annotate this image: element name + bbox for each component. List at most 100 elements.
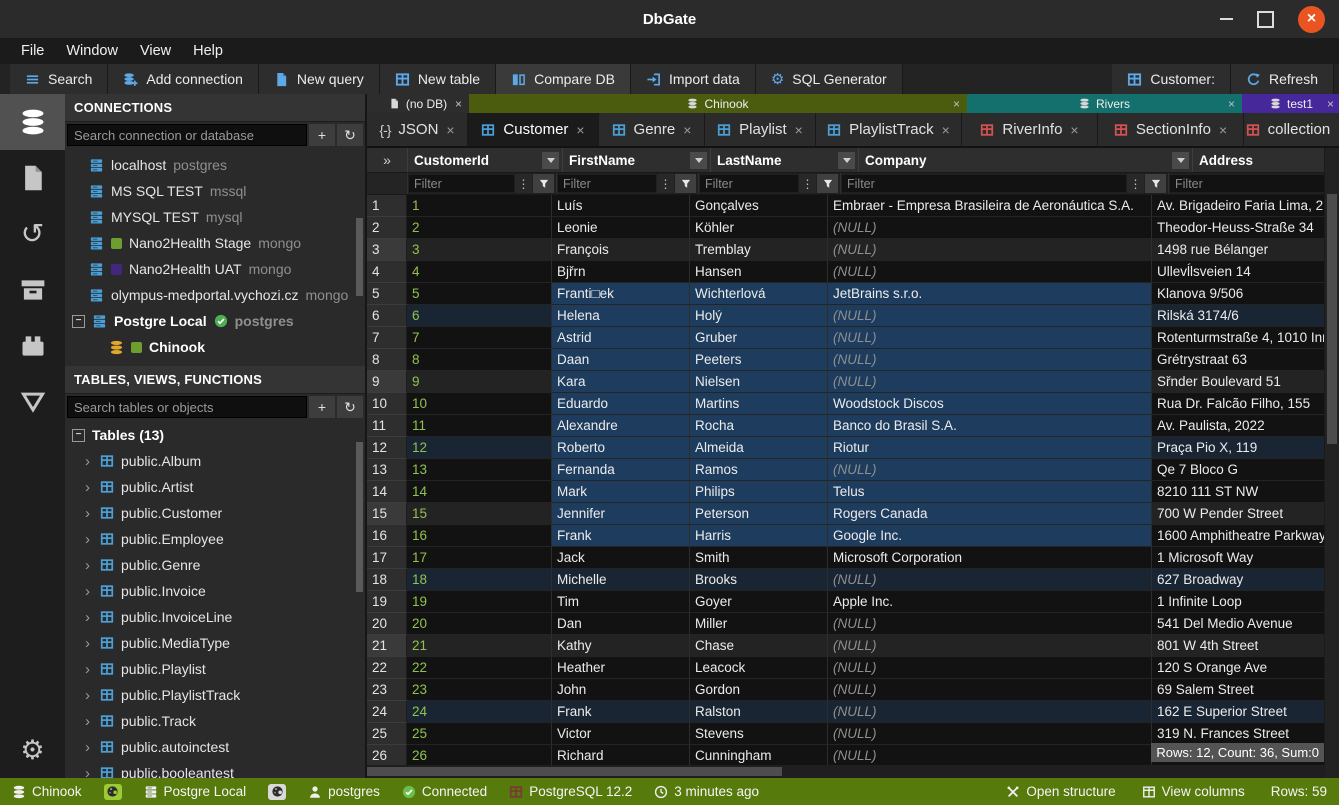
grid-cell-company[interactable]: Woodstock Discos — [828, 393, 1152, 415]
grid-cell-id[interactable]: 7 — [407, 327, 552, 349]
grid-cell-address[interactable]: 1 Infinite Loop — [1152, 591, 1327, 613]
grid-cell-first[interactable]: Kara — [552, 371, 690, 393]
collapse-box-icon[interactable]: − — [72, 315, 85, 328]
chevron-right-icon[interactable]: › — [85, 506, 93, 521]
filter-menu-icon[interactable]: ⋮ — [657, 174, 674, 193]
grid-cell-id[interactable]: 9 — [407, 371, 552, 393]
chevron-right-icon[interactable]: › — [85, 636, 93, 651]
table-item[interactable]: ›public.Invoice — [65, 578, 365, 604]
menu-view[interactable]: View — [129, 43, 182, 59]
grid-cell-company[interactable]: (NULL) — [828, 635, 1152, 657]
grid-cell-address[interactable]: 120 S Orange Ave — [1152, 657, 1327, 679]
close-icon[interactable]: × — [953, 98, 960, 110]
grid-cell-first[interactable]: Mark — [552, 481, 690, 503]
grid-cell-last[interactable]: Nielsen — [690, 371, 828, 393]
row-number[interactable]: 14 — [367, 481, 407, 503]
row-number[interactable]: 11 — [367, 415, 407, 437]
connections-scrollbar[interactable] — [356, 152, 363, 364]
grid-cell-company[interactable]: (NULL) — [828, 569, 1152, 591]
grid-cell-first[interactable]: Heather — [552, 657, 690, 679]
column-header-customerid[interactable]: CustomerId — [408, 148, 563, 172]
grid-cell-address[interactable]: 69 Salem Street — [1152, 679, 1327, 701]
chevron-right-icon[interactable]: › — [85, 558, 93, 573]
grid-cell-company[interactable]: (NULL) — [828, 327, 1152, 349]
grid-cell-address[interactable]: 541 Del Medio Avenue — [1152, 613, 1327, 635]
status-view-columns[interactable]: View columns — [1142, 784, 1245, 799]
chevron-down-icon[interactable] — [542, 152, 559, 169]
row-number[interactable]: 26 — [367, 745, 407, 767]
sidebar-widget-plugin[interactable] — [0, 318, 65, 374]
grid-cell-company[interactable]: (NULL) — [828, 745, 1152, 767]
grid-cell-first[interactable]: Bjřrn — [552, 261, 690, 283]
row-number[interactable]: 8 — [367, 349, 407, 371]
grid-cell-address[interactable]: 801 W 4th Street — [1152, 635, 1327, 657]
grid-cell-first[interactable]: Daan — [552, 349, 690, 371]
chevron-down-icon[interactable] — [838, 152, 855, 169]
close-icon[interactable]: × — [455, 98, 462, 110]
grid-cell-company[interactable]: Apple Inc. — [828, 591, 1152, 613]
grid-cell-id[interactable]: 15 — [407, 503, 552, 525]
grid-cell-first[interactable]: Leonie — [552, 217, 690, 239]
close-icon[interactable]: × — [576, 122, 584, 138]
funnel-icon[interactable] — [1145, 174, 1166, 193]
grid-cell-last[interactable]: Stevens — [690, 723, 828, 745]
row-number[interactable]: 21 — [367, 635, 407, 657]
connection-item[interactable]: olympus-medportal.vychozi.czmongo — [65, 282, 365, 308]
add-table-icon-button[interactable]: + — [309, 396, 335, 418]
grid-cell-last[interactable]: Leacock — [690, 657, 828, 679]
filter-input-firstname[interactable] — [558, 175, 656, 192]
grid-cell-first[interactable]: Astrid — [552, 327, 690, 349]
row-number[interactable]: 13 — [367, 459, 407, 481]
grid-cell-company[interactable]: (NULL) — [828, 701, 1152, 723]
grid-cell-id[interactable]: 2 — [407, 217, 552, 239]
table-item[interactable]: ›public.MediaType — [65, 630, 365, 656]
grid-cell-address[interactable]: Praça Pio X, 119 — [1152, 437, 1327, 459]
close-icon[interactable]: × — [1219, 122, 1227, 138]
row-number[interactable]: 12 — [367, 437, 407, 459]
grid-cell-address[interactable]: 1600 Amphitheatre Parkway — [1152, 525, 1327, 547]
table-item[interactable]: ›public.Album — [65, 448, 365, 474]
grid-cell-id[interactable]: 16 — [407, 525, 552, 547]
funnel-icon[interactable] — [817, 174, 838, 193]
grid-cell-company[interactable]: Embraer - Empresa Brasileira de Aeronáut… — [828, 195, 1152, 217]
grid-cell-first[interactable]: Fernanda — [552, 459, 690, 481]
table-item[interactable]: ›public.InvoiceLine — [65, 604, 365, 630]
grid-cell-last[interactable]: Wichterlová — [690, 283, 828, 305]
chevron-right-icon[interactable]: › — [85, 610, 93, 625]
grid-cell-first[interactable]: Tim — [552, 591, 690, 613]
tab-playlist[interactable]: Playlist× — [705, 113, 816, 146]
grid-cell-id[interactable]: 3 — [407, 239, 552, 261]
sidebar-widget-archive[interactable] — [0, 262, 65, 318]
grid-cell-address[interactable]: 162 E Superior Street — [1152, 701, 1327, 723]
tab-customer[interactable]: Customer× — [468, 113, 599, 146]
row-number[interactable]: 24 — [367, 701, 407, 723]
grid-cell-id[interactable]: 26 — [407, 745, 552, 767]
menu-window[interactable]: Window — [55, 43, 129, 59]
grid-cell-id[interactable]: 6 — [407, 305, 552, 327]
tab-json[interactable]: {-}JSON× — [367, 113, 468, 146]
grid-cell-address[interactable]: 1 Microsoft Way — [1152, 547, 1327, 569]
grid-cell-last[interactable]: Gonçalves — [690, 195, 828, 217]
sidebar-widget-database[interactable] — [0, 94, 65, 150]
chevron-right-icon[interactable]: › — [85, 688, 93, 703]
grid-cell-address[interactable]: Rua Dr. Falcão Filho, 155 — [1152, 393, 1327, 415]
row-number[interactable]: 4 — [367, 261, 407, 283]
row-number[interactable]: 20 — [367, 613, 407, 635]
grid-cell-address[interactable]: Klanova 9/506 — [1152, 283, 1327, 305]
connection-item[interactable]: localhostpostgres — [65, 152, 365, 178]
grid-cell-address[interactable]: 627 Broadway — [1152, 569, 1327, 591]
tab-genre[interactable]: Genre× — [599, 113, 705, 146]
toolbar-button-compare-db[interactable]: Compare DB — [496, 64, 631, 94]
grid-cell-first[interactable]: Victor — [552, 723, 690, 745]
filter-input-company[interactable] — [842, 175, 1126, 192]
table-item[interactable]: ›public.autoinctest — [65, 734, 365, 760]
filter-menu-icon[interactable]: ⋮ — [799, 174, 816, 193]
column-header-company[interactable]: Company — [859, 148, 1193, 172]
row-number[interactable]: 5 — [367, 283, 407, 305]
grid-cell-last[interactable]: Goyer — [690, 591, 828, 613]
close-icon[interactable]: × — [683, 122, 691, 138]
grid-cell-first[interactable]: Luís — [552, 195, 690, 217]
grid-cell-id[interactable]: 4 — [407, 261, 552, 283]
row-number[interactable]: 9 — [367, 371, 407, 393]
row-number[interactable]: 18 — [367, 569, 407, 591]
